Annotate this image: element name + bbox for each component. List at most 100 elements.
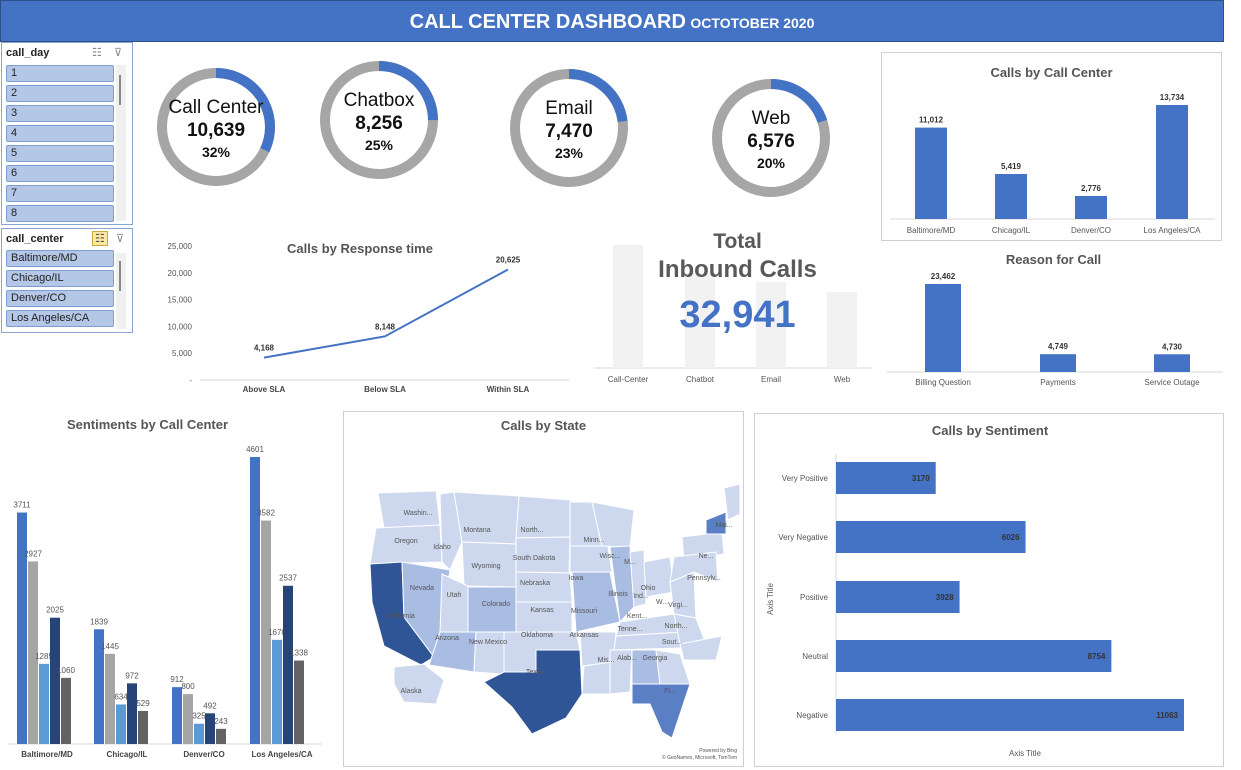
kpi-donut: Web 6,576 20% xyxy=(703,70,839,206)
state-label: Utah xyxy=(447,592,462,599)
multi-select-icon[interactable]: ☷ xyxy=(92,231,108,246)
call-center-item[interactable]: Chicago/IL xyxy=(6,270,114,287)
calls-by-response-time-chart: 25,000 20,000 15,000 10,000 5,000 - 4,168 Above… xyxy=(168,242,570,394)
call-day-item-6[interactable]: 6 xyxy=(6,165,114,182)
data-label: 4,749 xyxy=(1048,342,1069,351)
sentiments-by-call-center-chart: 37112927128520251060Baltimore/MD18391445… xyxy=(8,445,322,759)
state-label: Virgi... xyxy=(668,602,688,609)
call-day-scrollbar[interactable] xyxy=(116,65,126,221)
clear-filter-icon[interactable]: ⊽ xyxy=(114,46,122,59)
state-label: Mis... xyxy=(598,657,615,664)
bar xyxy=(836,640,1112,672)
category-label: Denver/CO xyxy=(183,750,224,759)
data-label: 8754 xyxy=(1088,652,1106,661)
state-label: North... xyxy=(665,623,688,630)
state-label: Oregon xyxy=(394,538,417,545)
category-label: Neutral xyxy=(802,652,828,661)
bar xyxy=(1156,105,1188,219)
kpi-value: 6,576 xyxy=(747,131,795,152)
calls-by-sentiment-chart: 3170 Very Positive 6026 Very Negative 3928 Po… xyxy=(766,454,1184,758)
state-label: Illinois xyxy=(608,591,628,598)
call-day-item-5[interactable]: 5 xyxy=(6,145,114,162)
call-center-item[interactable]: Baltimore/MD xyxy=(6,250,114,267)
data-label: 13,734 xyxy=(1160,93,1185,102)
category-label: Baltimore/MD xyxy=(21,750,73,759)
data-label: 492 xyxy=(203,701,217,710)
data-label: 529 xyxy=(136,699,150,708)
kpi-percent: 23% xyxy=(554,145,584,161)
call-day-item-3[interactable]: 3 xyxy=(6,105,114,122)
call-center-item[interactable]: Denver/CO xyxy=(6,290,114,307)
bar xyxy=(995,174,1027,219)
kpi-value: 8,256 xyxy=(355,113,403,134)
dashboard-header: CALL CENTER DASHBOARD OCTOTOBER 2020 xyxy=(0,0,1224,42)
state-label: Nebraska xyxy=(520,580,550,587)
state-label: Idaho xyxy=(433,544,451,551)
category-label: Negative xyxy=(796,711,828,720)
state-label: Sout... xyxy=(662,639,682,646)
state-shape xyxy=(467,586,517,633)
map-credit-line1: Powered by Bing xyxy=(699,748,737,754)
state-label: Nevada xyxy=(410,585,434,592)
data-label: 2537 xyxy=(279,574,297,583)
clear-filter-icon[interactable]: ⊽ xyxy=(116,232,124,245)
kpi-donut: Chatbox 8,256 25% xyxy=(311,52,447,188)
state-label: Alaska xyxy=(400,688,421,695)
multi-select-icon[interactable]: ☷ xyxy=(92,46,102,59)
data-label: 4601 xyxy=(246,445,264,454)
call-day-item-1[interactable]: 1 xyxy=(6,65,114,82)
kpi-label: Web xyxy=(751,108,791,129)
data-label: 23,462 xyxy=(931,272,956,281)
state-label: W... xyxy=(656,599,668,606)
bar xyxy=(925,284,961,372)
state-label: Alab... xyxy=(617,655,637,662)
calls-by-response-time-panel: Calls by Response time 25,000 20,000 15,00… xyxy=(140,235,580,405)
call-center-item[interactable]: Los Angeles/CA xyxy=(6,310,114,327)
call-day-item-7[interactable]: 7 xyxy=(6,185,114,202)
data-label: 5,419 xyxy=(1001,162,1022,171)
call-center-scrollbar[interactable] xyxy=(116,253,126,329)
state-label: Iowa xyxy=(569,575,584,582)
state-label: Washin... xyxy=(404,510,433,517)
call-day-item-2[interactable]: 2 xyxy=(6,85,114,102)
data-label: 1338 xyxy=(290,649,308,658)
calls-by-state-panel: Calls by State Washin... Oregon Idaho Monta… xyxy=(343,411,744,767)
state-label: Georgia xyxy=(643,655,668,662)
category-label: Chatbot xyxy=(686,375,715,384)
data-label: 2,776 xyxy=(1081,184,1102,193)
kpi-percent: 20% xyxy=(756,155,786,171)
call-day-item-8[interactable]: 8 xyxy=(6,205,114,222)
category-label: Payments xyxy=(1040,378,1076,387)
state-label: South Dakota xyxy=(513,555,556,562)
state-label: Missouri xyxy=(571,608,598,615)
y-axis-title: Axis Title xyxy=(766,582,775,615)
state-label: Kent... xyxy=(627,613,647,620)
data-label: 3928 xyxy=(936,593,954,602)
state-label: Pennsylv... xyxy=(687,575,721,582)
kpi-value: 10,639 xyxy=(186,120,246,141)
data-label: 1060 xyxy=(57,666,75,675)
bar xyxy=(172,687,182,744)
response-line xyxy=(263,268,509,359)
y-tick-label: 5,000 xyxy=(172,349,193,358)
state-label: Ind... xyxy=(633,593,649,600)
state-label: Colorado xyxy=(482,601,511,608)
state-shape xyxy=(453,491,520,545)
state-label: Ne... xyxy=(699,553,714,560)
category-label: Below SLA xyxy=(364,385,406,394)
us-states-map[interactable]: Washin... Oregon Idaho Montana North... Minn.… xyxy=(344,412,745,768)
state-label: California xyxy=(385,613,415,620)
category-label: Los Angeles/CA xyxy=(1144,226,1202,235)
state-label: M... xyxy=(624,559,636,566)
bar xyxy=(836,521,1026,553)
bar xyxy=(915,127,947,219)
call-center-slicer-title: call_center xyxy=(6,233,64,245)
data-label: 2025 xyxy=(46,606,64,615)
call-day-item-4[interactable]: 4 xyxy=(6,125,114,142)
bar xyxy=(216,728,226,744)
state-label: Mai... xyxy=(715,522,732,529)
data-label: 1839 xyxy=(90,617,108,626)
category-label: Chicago/IL xyxy=(992,226,1031,235)
category-label: Billing Question xyxy=(915,378,971,387)
kpi-label: Call Center xyxy=(168,97,264,118)
